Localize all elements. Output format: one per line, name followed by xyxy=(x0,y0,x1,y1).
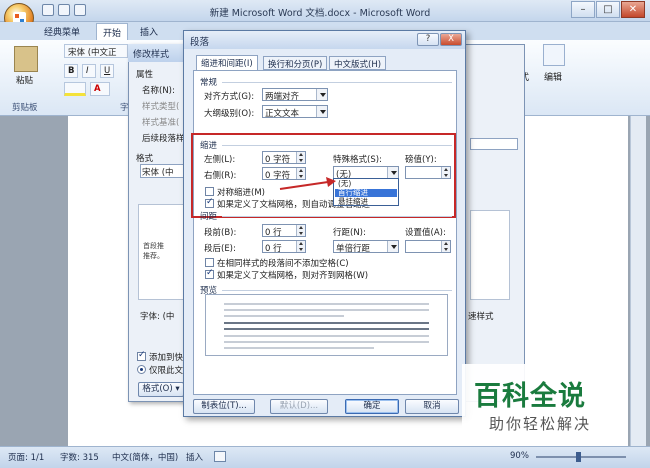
spinner-arrows-icon[interactable] xyxy=(296,225,305,236)
maximize-button[interactable]: □ xyxy=(596,1,620,18)
font-color-icon[interactable]: A xyxy=(90,82,110,96)
paragraph-preview xyxy=(205,294,448,356)
edit-label[interactable]: 编辑 xyxy=(544,70,562,83)
format-dropdown-button[interactable]: 格式(O) ▾ xyxy=(138,382,184,397)
next-style-label: 后续段落样 xyxy=(142,134,185,144)
spinner-arrows-icon[interactable] xyxy=(296,241,305,252)
status-words[interactable]: 字数: 315 xyxy=(60,451,99,463)
vertical-scrollbar[interactable] xyxy=(630,116,646,446)
status-page[interactable]: 页面: 1/1 xyxy=(8,451,44,463)
line-spacing-value: 单倍行距 xyxy=(336,244,371,254)
font-name-combo[interactable]: 宋体 (中文正 xyxy=(64,44,128,58)
macro-icon[interactable] xyxy=(214,451,226,462)
space-after-value: 0 行 xyxy=(265,244,282,254)
paragraph-dialog-title: 段落 xyxy=(190,37,210,48)
status-language[interactable]: 中文(简体，中国) xyxy=(112,451,178,463)
watermark-subtitle: 助你轻松解决 xyxy=(489,415,592,433)
outline-level-label: 大纲级别(O): xyxy=(204,109,255,119)
style-preview: 首段推 推荐。 xyxy=(138,204,184,300)
bold-button[interactable]: B xyxy=(64,64,78,78)
minimize-button[interactable]: – xyxy=(571,1,595,18)
ok-button[interactable]: 确定 xyxy=(345,399,399,414)
help-button[interactable]: ? xyxy=(417,33,439,46)
no-space-label: 在相同样式的段落间不添加空格(C) xyxy=(217,259,349,269)
line-spacing-label: 行距(N): xyxy=(333,228,366,238)
highlight-icon[interactable] xyxy=(64,82,86,96)
style-font-combo[interactable]: 宋体 (中 xyxy=(140,164,184,178)
space-before-label: 段前(B): xyxy=(204,228,237,238)
default-button[interactable]: 默认(D)... xyxy=(270,399,328,414)
underline-button[interactable]: U xyxy=(100,64,114,78)
undo-icon[interactable] xyxy=(58,4,70,16)
spinner-arrows-icon[interactable] xyxy=(441,241,450,252)
snap-grid-label: 如果定义了文档网格，则对齐到网格(W) xyxy=(217,271,369,281)
style-font-desc: 字体: (中 xyxy=(140,312,175,322)
general-divider xyxy=(222,82,452,83)
next-style-combo[interactable] xyxy=(470,138,518,150)
align-icons[interactable] xyxy=(138,188,182,198)
tab-insert[interactable]: 插入 xyxy=(134,25,164,40)
italic-button[interactable]: I xyxy=(82,64,96,78)
style-type-label: 样式类型( xyxy=(142,102,180,112)
snap-grid-checkbox[interactable] xyxy=(205,268,214,279)
alignment-combo[interactable]: 两端对齐 xyxy=(262,88,328,102)
redo-icon[interactable] xyxy=(74,4,86,16)
space-before-spinner[interactable]: 0 行 xyxy=(262,224,306,238)
annotation-arrow-icon xyxy=(279,177,336,190)
only-doc-radio[interactable] xyxy=(137,365,146,374)
no-space-checkbox[interactable] xyxy=(205,258,214,267)
close-dialog-button[interactable]: X xyxy=(440,33,462,46)
general-header: 常规 xyxy=(200,78,218,88)
clipboard-group-label: 剪贴板 xyxy=(12,103,38,113)
style-name-label: 名称(N): xyxy=(142,86,175,96)
alignment-value: 两端对齐 xyxy=(265,92,300,102)
preview-divider xyxy=(222,290,452,291)
zoom-slider-thumb[interactable] xyxy=(576,452,581,462)
spacing-divider xyxy=(222,216,452,217)
chevron-down-icon[interactable] xyxy=(316,89,327,100)
tab-classic-menu[interactable]: 经典菜单 xyxy=(38,25,86,40)
line-spacing-combo[interactable]: 单倍行距 xyxy=(333,240,399,254)
tab-line-page-break[interactable]: 换行和分页(P) xyxy=(263,56,328,70)
props-header: 属性 xyxy=(136,70,154,80)
window-title: 新建 Microsoft Word 文档.docx - Microsoft Wo… xyxy=(209,8,431,19)
paste-label: 粘贴 xyxy=(16,76,34,86)
alignment-label: 对齐方式(G): xyxy=(204,92,255,102)
chevron-down-icon[interactable] xyxy=(316,106,327,117)
watermark-title: 百科全说 xyxy=(474,381,586,412)
zoom-level[interactable]: 90% xyxy=(510,451,529,461)
paste-icon[interactable] xyxy=(14,46,38,72)
add-quick-label: 添加到快 xyxy=(149,353,184,363)
chevron-down-icon[interactable] xyxy=(387,241,398,252)
format-header: 格式 xyxy=(136,154,154,164)
zoom-slider[interactable] xyxy=(536,456,626,458)
spacing-header: 间距 xyxy=(200,212,218,222)
outline-level-value: 正文文本 xyxy=(265,109,300,119)
style-base-label: 样式基准( xyxy=(142,118,180,128)
space-after-spinner[interactable]: 0 行 xyxy=(262,240,306,254)
quick-style-text: 速样式 xyxy=(468,312,494,322)
status-mode[interactable]: 插入 xyxy=(186,451,203,463)
tab-asian-typography[interactable]: 中文版式(H) xyxy=(329,56,387,70)
style-preview-right xyxy=(470,210,510,300)
cancel-button[interactable]: 取消 xyxy=(405,399,459,414)
outline-level-combo[interactable]: 正文文本 xyxy=(262,105,328,119)
close-window-button[interactable]: ✕ xyxy=(621,1,645,18)
tabs-button[interactable]: 制表位(T)... xyxy=(193,399,255,414)
set-value-label: 设置值(A): xyxy=(405,228,446,238)
space-after-label: 段后(E): xyxy=(204,244,236,254)
only-doc-label: 仅限此文 xyxy=(149,366,184,376)
tab-home[interactable]: 开始 xyxy=(96,23,129,40)
set-value-spinner[interactable] xyxy=(405,240,451,253)
space-before-value: 0 行 xyxy=(265,228,282,238)
add-quick-checkbox[interactable] xyxy=(137,350,146,361)
tab-indent-spacing[interactable]: 缩进和间距(I) xyxy=(196,55,258,71)
find-icon[interactable] xyxy=(543,44,565,66)
status-bar: 页面: 1/1 字数: 315 中文(简体，中国) 插入 90% xyxy=(0,446,650,468)
save-icon[interactable] xyxy=(42,4,54,16)
